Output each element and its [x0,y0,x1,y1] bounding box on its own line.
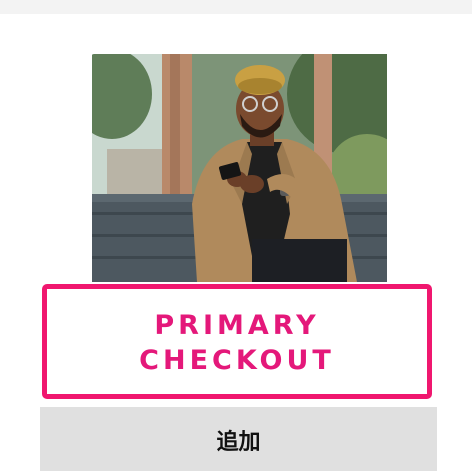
product-image [92,54,387,282]
top-bar [0,0,472,14]
primary-checkout-label: PRIMARY CHECKOUT [139,309,335,376]
primary-checkout-button[interactable]: PRIMARY CHECKOUT [42,284,432,399]
add-to-cart-button[interactable]: 追加 [40,407,437,471]
add-button-label: 追加 [216,430,261,455]
